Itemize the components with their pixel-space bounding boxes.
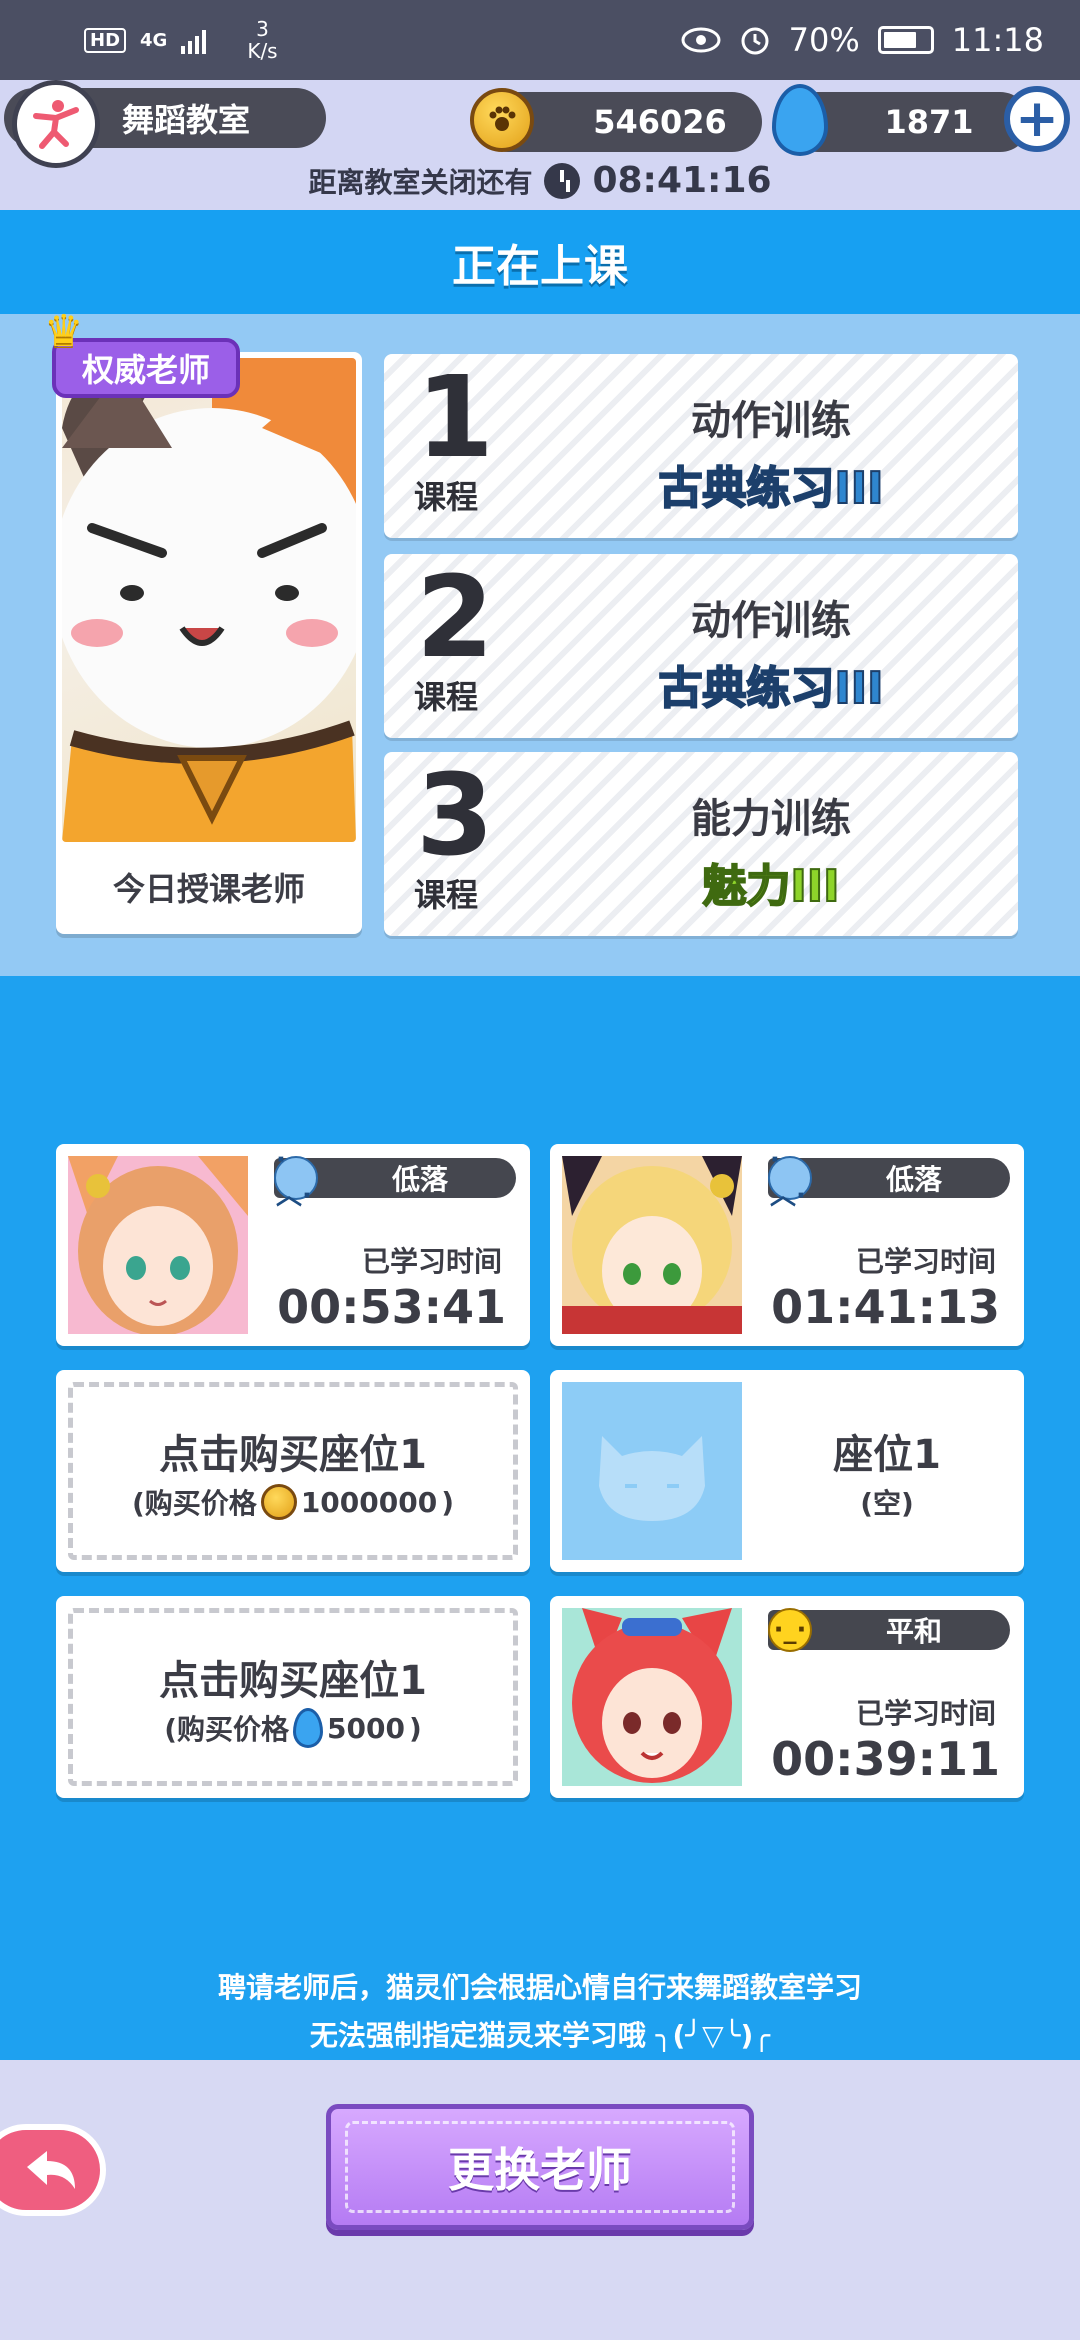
- back-button[interactable]: [0, 2124, 106, 2216]
- paw-coin-icon: [260, 1484, 297, 1520]
- course-name: 古典练习III: [657, 662, 884, 715]
- empty-seat-status: (空): [860, 1487, 914, 1520]
- empty-seat-title: 座位1: [833, 1432, 941, 1478]
- class-title: 正在上课: [0, 210, 1080, 314]
- top-header: 舞蹈教室 546026 1871 + 距离教室关闭还有 08:41:16: [0, 80, 1080, 210]
- dancer-icon: [33, 100, 79, 149]
- price-prefix: (购买价格: [132, 1487, 257, 1520]
- change-teacher-label: 更换老师: [448, 2143, 632, 2197]
- teacher-portrait: [62, 358, 356, 842]
- price-suffix: ): [408, 1711, 422, 1745]
- paw-coin-icon: [470, 88, 534, 152]
- closing-time: 08:41:16: [592, 160, 772, 201]
- clock-time: 11:18: [951, 21, 1044, 59]
- buy-seat-price: (购买价格 5000 ): [56, 1708, 530, 1748]
- course-label: 课程: [414, 678, 479, 716]
- hint-line-1: 聘请老师后，猫灵们会根据心情自行来舞蹈教室学习: [217, 1971, 862, 2004]
- empty-seat-portrait: [562, 1382, 742, 1560]
- speed-value: 3: [256, 17, 269, 41]
- course-type: 动作训练: [691, 398, 851, 444]
- buy-seat-gem-button[interactable]: 点击购买座位1 (购买价格 5000 ): [56, 1596, 530, 1798]
- dance-room-icon[interactable]: [12, 80, 100, 168]
- price-suffix: ): [441, 1485, 454, 1519]
- sad-face-icon: ·︿·: [768, 1145, 812, 1211]
- cat-silhouette-icon: [599, 1436, 705, 1521]
- course-number: 3: [416, 751, 494, 881]
- eye-icon: [681, 27, 721, 53]
- study-time-label: 已学习时间: [361, 1245, 502, 1278]
- course-type: 动作训练: [691, 598, 851, 644]
- hint-line-2: 无法强制指定猫灵来学习哦 ╮(╯▽╰)╭: [309, 2019, 771, 2052]
- crown-icon: ♛: [44, 306, 84, 357]
- status-bar: HD 4G 3 K/s 70% 11:18: [0, 0, 1080, 80]
- closing-countdown: 距离教室关闭还有 08:41:16: [0, 160, 1080, 201]
- room-title: 舞蹈教室: [122, 101, 251, 139]
- change-teacher-button[interactable]: 更换老师: [326, 2104, 754, 2230]
- price-value: 1000000: [300, 1485, 438, 1519]
- alarm-icon: [741, 27, 769, 55]
- price-prefix: (购买价格: [164, 1713, 290, 1746]
- seat-card-student-3[interactable]: 平和 ·_· 已学习时间 00:39:11: [550, 1596, 1024, 1798]
- course-name: 魅力III: [701, 860, 840, 913]
- speed-unit: K/s: [247, 39, 278, 63]
- sad-face-icon: ·︿·: [274, 1145, 318, 1211]
- network-speed: 3 K/s: [247, 18, 277, 62]
- back-arrow-icon: [27, 2151, 75, 2189]
- battery-icon: [877, 26, 934, 54]
- add-gems-button[interactable]: +: [1004, 86, 1070, 152]
- course-card-3: 3 课程 能力训练 魅力III: [384, 752, 1018, 936]
- course-number: 2: [416, 553, 494, 683]
- network-type: 4G: [140, 29, 168, 51]
- blue-gem-icon: [293, 1708, 324, 1748]
- course-name: 古典练习III: [657, 462, 884, 515]
- student-portrait: [68, 1156, 248, 1334]
- signal-icon: [181, 30, 207, 54]
- gold-amount: 546026: [593, 103, 727, 141]
- study-time-value: 00:53:41: [277, 1280, 506, 1334]
- seat-card-student-1[interactable]: 低落 ·︿· 已学习时间 00:53:41: [56, 1144, 530, 1346]
- study-time-value: 00:39:11: [771, 1732, 1000, 1786]
- closing-label: 距离教室关闭还有: [308, 165, 533, 199]
- buy-seat-price: (购买价格 1000000 ): [56, 1482, 530, 1522]
- course-number: 1: [416, 353, 494, 483]
- study-time-label: 已学习时间: [855, 1697, 996, 1730]
- buy-seat-gold-button[interactable]: 点击购买座位1 (购买价格 1000000 ): [56, 1370, 530, 1572]
- student-portrait: [562, 1156, 742, 1334]
- neutral-face-icon: ·_·: [768, 1608, 812, 1652]
- buy-seat-title: 点击购买座位1: [159, 1658, 427, 1704]
- teacher-card[interactable]: 今日授课老师: [56, 352, 362, 934]
- price-value: 5000: [327, 1711, 405, 1745]
- hd-indicator: HD: [84, 27, 127, 53]
- gem-amount: 1871: [884, 103, 974, 141]
- buy-seat-title: 点击购买座位1: [159, 1432, 427, 1478]
- study-time-value: 01:41:13: [771, 1280, 1000, 1334]
- clock-icon: [544, 162, 581, 199]
- battery-percent: 70%: [788, 21, 860, 59]
- screen: HD 4G 3 K/s 70% 11:18 舞蹈教室 546026 1871 +…: [0, 0, 1080, 2340]
- seat-card-student-2[interactable]: 低落 ·︿· 已学习时间 01:41:13: [550, 1144, 1024, 1346]
- course-card-2: 2 课程 动作训练 古典练习III: [384, 554, 1018, 738]
- course-type: 能力训练: [691, 796, 851, 842]
- course-label: 课程: [414, 478, 479, 516]
- student-portrait: [562, 1608, 742, 1786]
- course-card-1: 1 课程 动作训练 古典练习III: [384, 354, 1018, 538]
- course-label: 课程: [414, 876, 479, 914]
- empty-seat-card[interactable]: 座位1 (空): [550, 1370, 1024, 1572]
- study-time-label: 已学习时间: [855, 1245, 996, 1278]
- teacher-caption: 今日授课老师: [112, 870, 305, 908]
